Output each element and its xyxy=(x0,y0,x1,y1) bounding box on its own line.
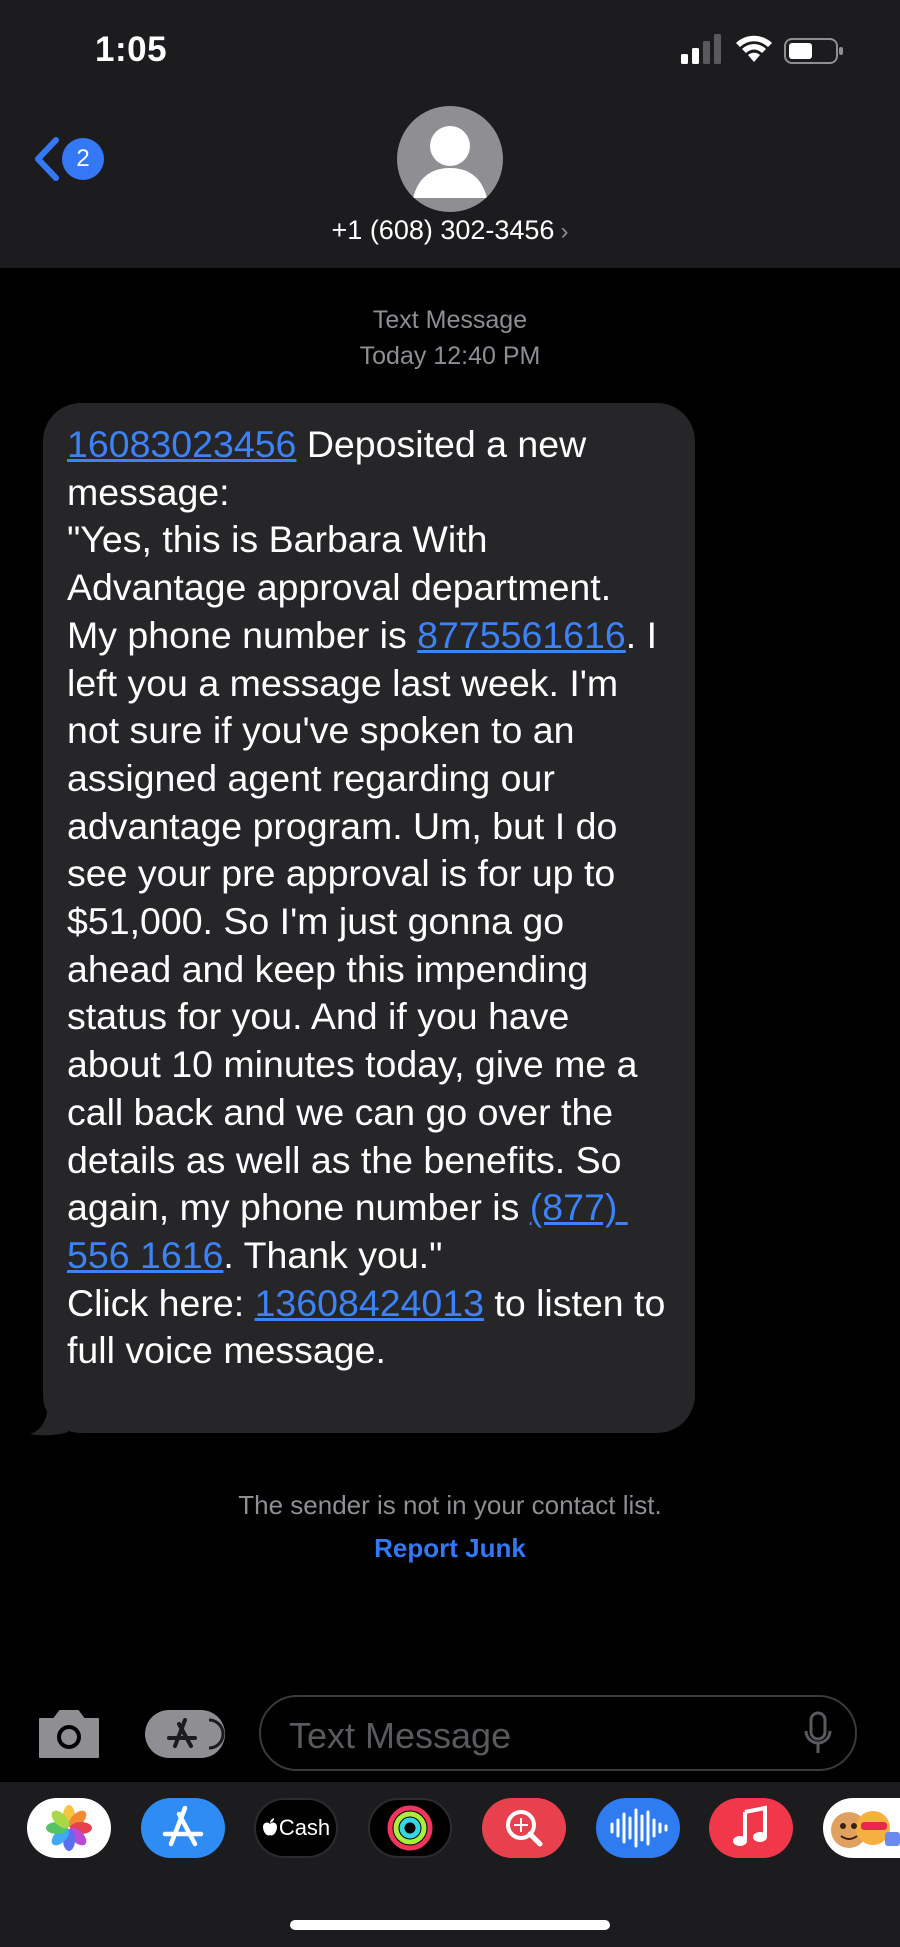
home-indicator[interactable] xyxy=(290,1920,610,1930)
fitness-icon[interactable] xyxy=(368,1798,452,1858)
chevron-right-icon: › xyxy=(560,218,569,245)
back-button[interactable]: 2 xyxy=(32,132,110,188)
phone-number-link[interactable]: 8775561616 xyxy=(417,614,626,656)
message-bubble[interactable]: 16083023456 Deposited a new message: "Ye… xyxy=(43,403,695,1433)
report-junk-button[interactable]: Report Junk xyxy=(0,1533,900,1564)
music-icon[interactable] xyxy=(709,1798,793,1858)
message-input-placeholder: Text Message xyxy=(289,1715,512,1756)
phone-number-link[interactable]: 16083023456 xyxy=(67,423,296,465)
message-input[interactable]: Text Message xyxy=(259,1695,857,1771)
contact-name-button[interactable]: +1 (608) 302-3456 › xyxy=(0,215,900,246)
app-store-drawer-button[interactable] xyxy=(145,1710,225,1758)
person-icon xyxy=(413,126,487,198)
microphone-icon[interactable] xyxy=(803,1711,833,1757)
apple-cash-icon[interactable]: Cash xyxy=(254,1798,338,1858)
contact-avatar[interactable] xyxy=(397,106,503,212)
message-type-label: Text Message xyxy=(372,306,528,334)
conversation-header: 1:05 2 +1 (608) 302-3456 › xyxy=(0,0,900,268)
message-timestamp: Today 12:40 PM xyxy=(359,342,541,370)
app-store-icon xyxy=(167,1718,225,1750)
cash-label: Cash xyxy=(278,1815,331,1840)
message-text-segment: . I left you a message last week. I'm no… xyxy=(67,613,668,1229)
audio-waves-icon[interactable] xyxy=(596,1798,680,1858)
camera-icon[interactable] xyxy=(36,1707,102,1761)
battery-icon xyxy=(784,38,843,64)
message-text: 16083023456 Deposited a new message: "Ye… xyxy=(67,421,671,1375)
photos-icon[interactable] xyxy=(27,1798,111,1858)
unknown-sender-note: The sender is not in your contact list. xyxy=(238,1490,662,1520)
cellular-signal-icon xyxy=(681,34,721,64)
phone-number-link[interactable]: 13608424013 xyxy=(255,1282,484,1324)
unread-count-badge: 2 xyxy=(62,138,104,180)
app-store-icon[interactable] xyxy=(141,1798,225,1858)
apple-logo-icon xyxy=(262,1818,277,1836)
memoji-icon[interactable] xyxy=(823,1798,900,1858)
wifi-icon xyxy=(736,35,772,62)
status-time: 1:05 xyxy=(95,30,168,69)
chevron-left-icon xyxy=(35,137,59,181)
contact-number: +1 (608) 302-3456 xyxy=(331,215,555,245)
image-search-icon[interactable] xyxy=(482,1798,566,1858)
